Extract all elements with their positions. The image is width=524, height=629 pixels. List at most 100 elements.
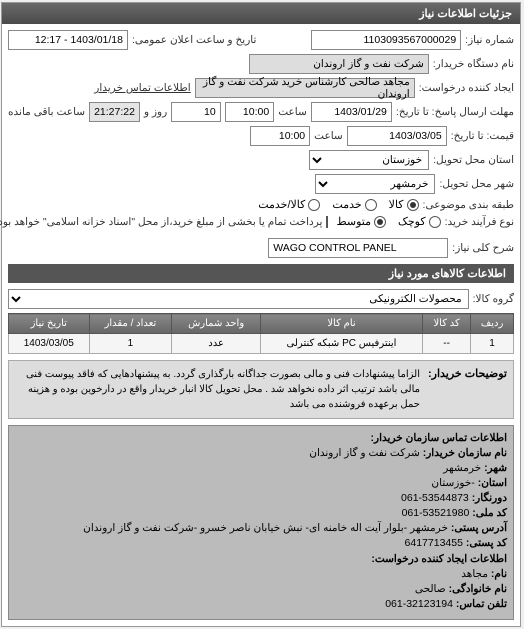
select-goods-group[interactable]: محصولات الکترونیکی — [9, 289, 470, 309]
contact-section: اطلاعات تماس سازمان خریدار: نام سازمان خ… — [9, 425, 515, 620]
cell-code: -- — [424, 334, 472, 354]
goods-table: ردیف کد کالا نام کالا واحد شمارش تعداد /… — [9, 313, 515, 354]
label-goods-group: گروه کالا: — [474, 293, 515, 305]
label-public-datetime: تاریخ و ساعت اعلان عمومی: — [133, 34, 257, 46]
label-reply-deadline: مهلت ارسال پاسخ: تا تاریخ: — [397, 106, 515, 118]
contact-national-id: کد ملی: 061-53521980 — [16, 507, 508, 519]
field-request-creator: مجاهد صالحی کارشناس خرید شرکت نفت و گاز … — [196, 78, 416, 98]
cell-qty: 1 — [90, 334, 173, 354]
radio-small[interactable]: کوچک — [399, 215, 442, 228]
contact-province: استان: -خوزستان — [16, 477, 508, 489]
main-panel: جزئیات اطلاعات نیاز شماره نیاز: 11030935… — [2, 2, 522, 627]
val-postal-addr: خرمشهر -بلوار آیت اله خامنه ای- نبش خیاب… — [84, 522, 449, 534]
th-code: کد کالا — [424, 314, 472, 334]
row-request-creator: ایجاد کننده درخواست: مجاهد صالحی کارشناس… — [9, 78, 515, 98]
label-day: روز و — [145, 106, 168, 118]
label-delivery-city: شهر محل تحویل: — [440, 178, 515, 190]
lbl-org-name: نام سازمان خریدار: — [424, 447, 508, 459]
field-reply-date: 1403/01/29 — [312, 102, 393, 122]
label-need-desc: شرح کلی نیاز: — [453, 242, 515, 254]
lbl-fax: دورنگار: — [473, 492, 508, 504]
radio-group-process: کوچک متوسط — [337, 215, 441, 228]
field-price-date: 1403/03/05 — [348, 126, 448, 146]
th-unit: واحد شمارش — [173, 314, 262, 334]
table-header-row: ردیف کد کالا نام کالا واحد شمارش تعداد /… — [10, 314, 515, 334]
cell-index: 1 — [472, 334, 515, 354]
row-delivery-city: شهر محل تحویل: خرمشهر — [9, 174, 515, 194]
radio-goods[interactable]: کالا — [390, 198, 420, 211]
radio-goods-service[interactable]: کالا/خدمت — [259, 198, 321, 211]
label-subject-category: طبقه بندی موضوعی: — [424, 199, 515, 211]
contact-fax: دورنگار: 061-53544873 — [16, 492, 508, 504]
contact-header: اطلاعات تماس سازمان خریدار: — [16, 432, 508, 444]
lbl-postal-code: کد پستی: — [467, 537, 508, 549]
field-public-datetime: 1403/01/18 - 12:17 — [9, 30, 129, 50]
radio-group-subject: کالا خدمت کالا/خدمت — [259, 198, 419, 211]
contact-city: شهر: خرمشهر — [16, 462, 508, 474]
lbl-postal-addr: آدرس پستی: — [452, 522, 508, 534]
link-buyer-contact[interactable]: اطلاعات تماس خریدار — [95, 82, 191, 94]
lbl-phone: تلفن تماس: — [457, 598, 508, 610]
label-buyer-device: نام دستگاه خریدار: — [434, 58, 515, 70]
field-remaining-time: 21:27:22 — [90, 102, 141, 122]
lbl-name: نام: — [492, 568, 508, 580]
row-reply-deadline: مهلت ارسال پاسخ: تا تاریخ: 1403/01/29 سا… — [9, 102, 515, 122]
th-index: ردیف — [472, 314, 515, 334]
radio-medium[interactable]: متوسط — [337, 215, 387, 228]
notes-label: توضیحات خریدار: — [429, 367, 508, 380]
label-delivery-province: استان محل تحویل: — [434, 154, 515, 166]
val-fax: 061-53544873 — [402, 492, 470, 504]
contact-postal-code: کد پستی: 6417713455 — [16, 537, 508, 549]
val-name: مجاهد — [462, 568, 489, 580]
radio-service[interactable]: خدمت — [333, 198, 377, 211]
label-request-creator: ایجاد کننده درخواست: — [420, 82, 515, 94]
field-reply-time: 10:00 — [226, 102, 276, 122]
val-postal-code: 6417713455 — [406, 537, 464, 549]
cell-name: اینترفیس PC شبکه کنترلی — [261, 334, 423, 354]
select-province[interactable]: خوزستان — [310, 150, 430, 170]
field-remaining-days: 10 — [172, 102, 222, 122]
val-national-id: 061-53521980 — [403, 507, 471, 519]
panel-body: شماره نیاز: 1103093567000029 تاریخ و ساع… — [3, 24, 521, 626]
checkbox-payment[interactable] — [327, 216, 329, 228]
row-delivery-province: استان محل تحویل: خوزستان — [9, 150, 515, 170]
val-province: -خوزستان — [432, 477, 475, 489]
row-goods-group: گروه کالا: محصولات الکترونیکی — [9, 289, 515, 309]
contact-name: نام: مجاهد — [16, 568, 508, 580]
row-buyer-device: نام دستگاه خریدار: شرکت نفت و گاز اروندا… — [9, 54, 515, 74]
row-subject-category: طبقه بندی موضوعی: کالا خدمت کالا/خدمت — [9, 198, 515, 211]
radio-goods-label: کالا — [390, 198, 405, 211]
th-qty: تعداد / مقدار — [90, 314, 173, 334]
val-city: خرمشهر — [444, 462, 482, 474]
lbl-city: شهر: — [485, 462, 508, 474]
field-request-no: 1103093567000029 — [312, 30, 462, 50]
radio-medium-label: متوسط — [337, 215, 372, 228]
cell-date: 1403/03/05 — [10, 334, 91, 354]
th-name: نام کالا — [261, 314, 423, 334]
table-row: 1 -- اینترفیس PC شبکه کنترلی عدد 1 1403/… — [10, 334, 515, 354]
label-hour-1: ساعت — [279, 106, 308, 118]
section-goods-info: اطلاعات کالاهای مورد نیاز — [9, 264, 515, 283]
notes-box: توضیحات خریدار: الزاما پیشنهادات فنی و م… — [9, 360, 515, 419]
row-process-type: نوع فرآیند خرید: کوچک متوسط پرداخت تمام … — [9, 215, 515, 228]
cell-unit: عدد — [173, 334, 262, 354]
contact-family: نام خانوادگی: صالحی — [16, 583, 508, 595]
row-need-desc: شرح کلی نیاز: WAGO CONTROL PANEL — [9, 238, 515, 258]
contact-org: نام سازمان خریدار: شرکت نفت و گاز اروندا… — [16, 447, 508, 459]
panel-title: جزئیات اطلاعات نیاز — [3, 3, 521, 24]
radio-small-label: کوچک — [399, 215, 427, 228]
field-need-desc: WAGO CONTROL PANEL — [269, 238, 449, 258]
label-request-no: شماره نیاز: — [466, 34, 515, 46]
field-price-time: 10:00 — [251, 126, 311, 146]
select-city[interactable]: خرمشهر — [316, 174, 436, 194]
row-request-no: شماره نیاز: 1103093567000029 تاریخ و ساع… — [9, 30, 515, 50]
radio-service-label: خدمت — [333, 198, 362, 211]
label-hour-2: ساعت — [315, 130, 344, 142]
lbl-national-id: کد ملی: — [473, 507, 508, 519]
field-buyer-device: شرکت نفت و گاز اروندان — [250, 54, 430, 74]
notes-text: الزاما پیشنهادات فنی و مالی بصورت جداگان… — [16, 367, 421, 412]
val-phone: 061-32123194 — [386, 598, 454, 610]
label-process-type: نوع فرآیند خرید: — [446, 216, 515, 228]
creator-info-header: اطلاعات ایجاد کننده درخواست: — [16, 553, 508, 565]
contact-addr: آدرس پستی: خرمشهر -بلوار آیت اله خامنه ا… — [16, 522, 508, 534]
